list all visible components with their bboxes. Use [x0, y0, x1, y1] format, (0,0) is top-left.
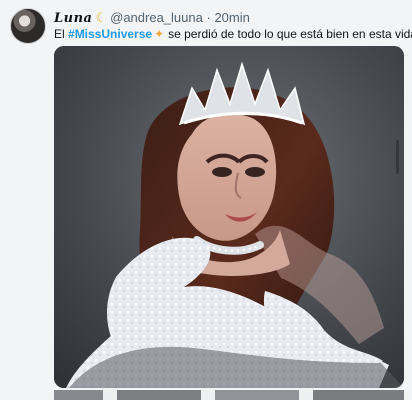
user-handle[interactable]: @andrea_luuna: [110, 10, 203, 25]
sparkle-emoji-icon: ✦: [154, 27, 165, 41]
hashtag-link[interactable]: #MissUniverse: [68, 27, 152, 41]
scrollbar-thumb[interactable]: [396, 140, 399, 174]
tweet-text-suffix: se perdió de todo lo que está bien en es…: [168, 27, 412, 41]
tweet-text: El #MissUniverse ✦ se perdió de todo lo qu…: [54, 26, 412, 42]
tweet-media-image[interactable]: [54, 46, 404, 388]
tweet-header: Luna ☾ @andrea_luuna · 20min: [54, 10, 250, 27]
profile-avatar[interactable]: [10, 8, 46, 44]
display-name[interactable]: Luna: [54, 11, 92, 26]
tweet-text-prefix: El: [54, 27, 65, 41]
portrait-image-icon: [54, 46, 404, 388]
next-tweet-preview: [54, 390, 404, 400]
tweet-card[interactable]: Luna ☾ @andrea_luuna · 20min El #MissUnive…: [0, 0, 412, 400]
tweet-timestamp[interactable]: 20min: [214, 10, 249, 25]
header-separator: ·: [206, 10, 211, 25]
moon-emoji-icon: ☾: [95, 10, 108, 25]
